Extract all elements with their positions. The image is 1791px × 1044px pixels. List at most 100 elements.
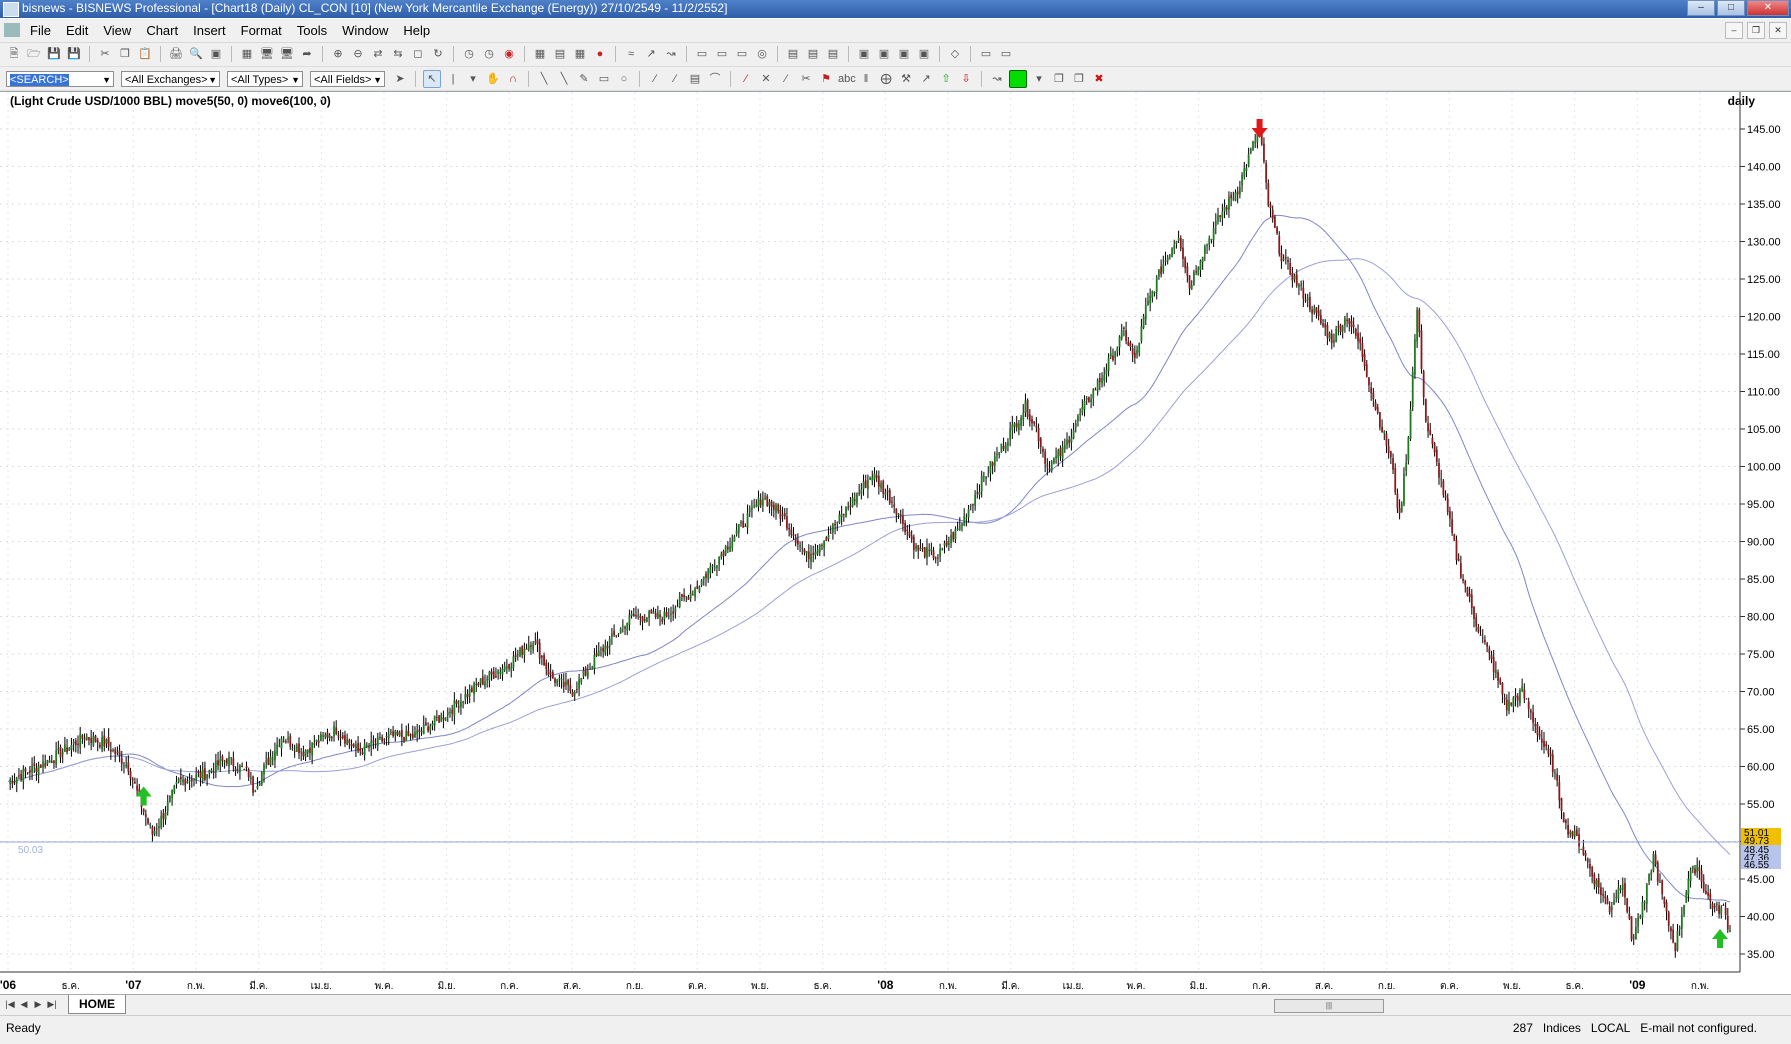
menu-window[interactable]: Window bbox=[342, 23, 388, 38]
rectangle-icon[interactable]: ▭ bbox=[596, 71, 612, 87]
new-icon[interactable]: 🗎 bbox=[6, 46, 22, 62]
document-icon[interactable] bbox=[4, 23, 20, 37]
color-icon[interactable] bbox=[1009, 70, 1027, 88]
tools-icon[interactable]: ⚒ bbox=[898, 71, 914, 87]
copy-layer-icon[interactable]: ❐ bbox=[1051, 71, 1067, 87]
next-tab-icon[interactable]: ▶ bbox=[32, 997, 44, 1011]
doc-icon[interactable]: ▭ bbox=[998, 46, 1014, 62]
channel-icon[interactable]: ∕ bbox=[647, 71, 663, 87]
types-combo[interactable]: <All Types> ▼ bbox=[227, 71, 303, 87]
parallel-icon[interactable]: ∕ bbox=[667, 71, 683, 87]
menu-help[interactable]: Help bbox=[403, 23, 430, 38]
paste-icon[interactable]: 📋 bbox=[137, 46, 153, 62]
page-icon[interactable]: ▭ bbox=[694, 46, 710, 62]
timeframe-icon[interactable]: ◷ bbox=[481, 46, 497, 62]
color-dropdown-icon[interactable]: ▾ bbox=[1031, 71, 1047, 87]
tile-icon[interactable]: ▤ bbox=[785, 46, 801, 62]
page-icon[interactable]: ▭ bbox=[714, 46, 730, 62]
sheet-icon[interactable]: ▦ bbox=[572, 46, 588, 62]
gann-icon[interactable]: ∕ bbox=[738, 71, 754, 87]
doc-icon[interactable]: ▭ bbox=[978, 46, 994, 62]
menu-tools[interactable]: Tools bbox=[297, 23, 327, 38]
frame-icon[interactable]: ▣ bbox=[876, 46, 892, 62]
scan-icon[interactable]: ↝ bbox=[663, 46, 679, 62]
minimize-button[interactable]: – bbox=[1687, 0, 1715, 16]
buy-arrow-icon[interactable]: ⇧ bbox=[938, 71, 954, 87]
magnet-icon[interactable]: ∩ bbox=[505, 71, 521, 87]
arc-icon[interactable]: ⌒ bbox=[707, 71, 723, 87]
ray-icon[interactable]: ╲ bbox=[556, 71, 572, 87]
prev-tab-icon[interactable]: ◀ bbox=[18, 997, 30, 1011]
frame-icon[interactable]: ▣ bbox=[896, 46, 912, 62]
indicator-icon[interactable]: ≈ bbox=[623, 46, 639, 62]
frame-icon[interactable]: ▣ bbox=[916, 46, 932, 62]
fit-icon[interactable]: ◻ bbox=[410, 46, 426, 62]
grid-icon[interactable]: ▦ bbox=[532, 46, 548, 62]
menu-chart[interactable]: Chart bbox=[146, 23, 178, 38]
table-icon[interactable]: ▤ bbox=[552, 46, 568, 62]
pointer-icon[interactable]: ↖ bbox=[423, 70, 441, 88]
go-icon[interactable]: ➤ bbox=[392, 71, 408, 87]
window-icon[interactable]: ▣ bbox=[208, 46, 224, 62]
flag-icon[interactable]: ⚑ bbox=[818, 71, 834, 87]
clock-icon[interactable]: ◷ bbox=[461, 46, 477, 62]
scroll-left-icon[interactable]: ⇄ bbox=[370, 46, 386, 62]
pitchfork-icon[interactable]: ∕ bbox=[778, 71, 794, 87]
horizontal-scroll-thumb[interactable]: ||| bbox=[1274, 999, 1384, 1013]
chart-type-icon[interactable]: ↝ bbox=[989, 71, 1005, 87]
scissors-icon[interactable]: ✂ bbox=[798, 71, 814, 87]
trendline-icon[interactable]: ╲ bbox=[536, 71, 552, 87]
mdi-minimize-button[interactable]: – bbox=[1725, 22, 1743, 39]
bars-icon[interactable]: ‖ bbox=[858, 71, 874, 87]
cursor-dropdown-icon[interactable]: ▾ bbox=[465, 71, 481, 87]
menu-format[interactable]: Format bbox=[241, 23, 282, 38]
maximize-button[interactable]: □ bbox=[1717, 0, 1745, 16]
zoom-out-icon[interactable]: ⊖ bbox=[350, 46, 366, 62]
copy-icon[interactable]: ❐ bbox=[117, 46, 133, 62]
sell-arrow-icon[interactable]: ⇩ bbox=[958, 71, 974, 87]
layer-icon[interactable]: ❐ bbox=[1071, 71, 1087, 87]
close-button[interactable]: ✕ bbox=[1747, 0, 1789, 16]
crosshair-icon[interactable]: ⨁ bbox=[878, 71, 894, 87]
menu-view[interactable]: View bbox=[103, 23, 131, 38]
cross-icon[interactable]: ✕ bbox=[758, 71, 774, 87]
menu-insert[interactable]: Insert bbox=[193, 23, 226, 38]
buy-signal-arrow[interactable] bbox=[135, 786, 152, 806]
frame-icon[interactable]: ▣ bbox=[856, 46, 872, 62]
chart-icon[interactable]: ↗ bbox=[918, 71, 934, 87]
print-preview-icon[interactable]: 🔍 bbox=[188, 46, 204, 62]
mdi-close-button[interactable]: ✕ bbox=[1769, 22, 1787, 39]
symbol-search-combo[interactable]: <SEARCH> ▼ bbox=[6, 71, 114, 87]
hand-icon[interactable]: ✋ bbox=[485, 71, 501, 87]
monitor-icon[interactable]: 🖥 bbox=[279, 46, 295, 62]
refresh-icon[interactable]: ↻ bbox=[430, 46, 446, 62]
chart-window[interactable]: (Light Crude USD/1000 BBL) move5(50, 0) … bbox=[0, 91, 1791, 995]
print-icon[interactable]: 🖨 bbox=[168, 46, 184, 62]
fibonacci-icon[interactable]: ▤ bbox=[687, 71, 703, 87]
tile-icon[interactable]: ▤ bbox=[825, 46, 841, 62]
menu-edit[interactable]: Edit bbox=[66, 23, 88, 38]
pie-icon[interactable]: ◉ bbox=[501, 46, 517, 62]
cut-icon[interactable]: ✂ bbox=[97, 46, 113, 62]
analysis-icon[interactable]: ↗ bbox=[643, 46, 659, 62]
save-all-icon[interactable]: 💾 bbox=[66, 46, 82, 62]
mdi-restore-button[interactable]: ❐ bbox=[1747, 22, 1765, 39]
menu-file[interactable]: File bbox=[30, 23, 51, 38]
monitor-icon[interactable]: 🖥 bbox=[259, 46, 275, 62]
sell-signal-arrow[interactable] bbox=[1251, 119, 1268, 138]
first-tab-icon[interactable]: |◀ bbox=[4, 997, 16, 1011]
text-icon[interactable]: abc bbox=[838, 71, 856, 87]
pencil-icon[interactable]: ✎ bbox=[576, 71, 592, 87]
zoom-in-icon[interactable]: ⊕ bbox=[330, 46, 346, 62]
eraser-icon[interactable]: ◇ bbox=[947, 46, 963, 62]
vertical-line-icon[interactable]: | bbox=[445, 71, 461, 87]
scroll-right-icon[interactable]: ⇆ bbox=[390, 46, 406, 62]
page-icon[interactable]: ▭ bbox=[734, 46, 750, 62]
binoculars-icon[interactable]: ◎ bbox=[754, 46, 770, 62]
save-icon[interactable]: 💾 bbox=[46, 46, 62, 62]
record-icon[interactable]: ● bbox=[592, 46, 608, 62]
tile-icon[interactable]: ▤ bbox=[805, 46, 821, 62]
open-icon[interactable]: 🗁 bbox=[26, 46, 42, 62]
exchanges-combo[interactable]: <All Exchanges> ▼ bbox=[121, 71, 220, 87]
layout-icon[interactable]: ▦ bbox=[239, 46, 255, 62]
